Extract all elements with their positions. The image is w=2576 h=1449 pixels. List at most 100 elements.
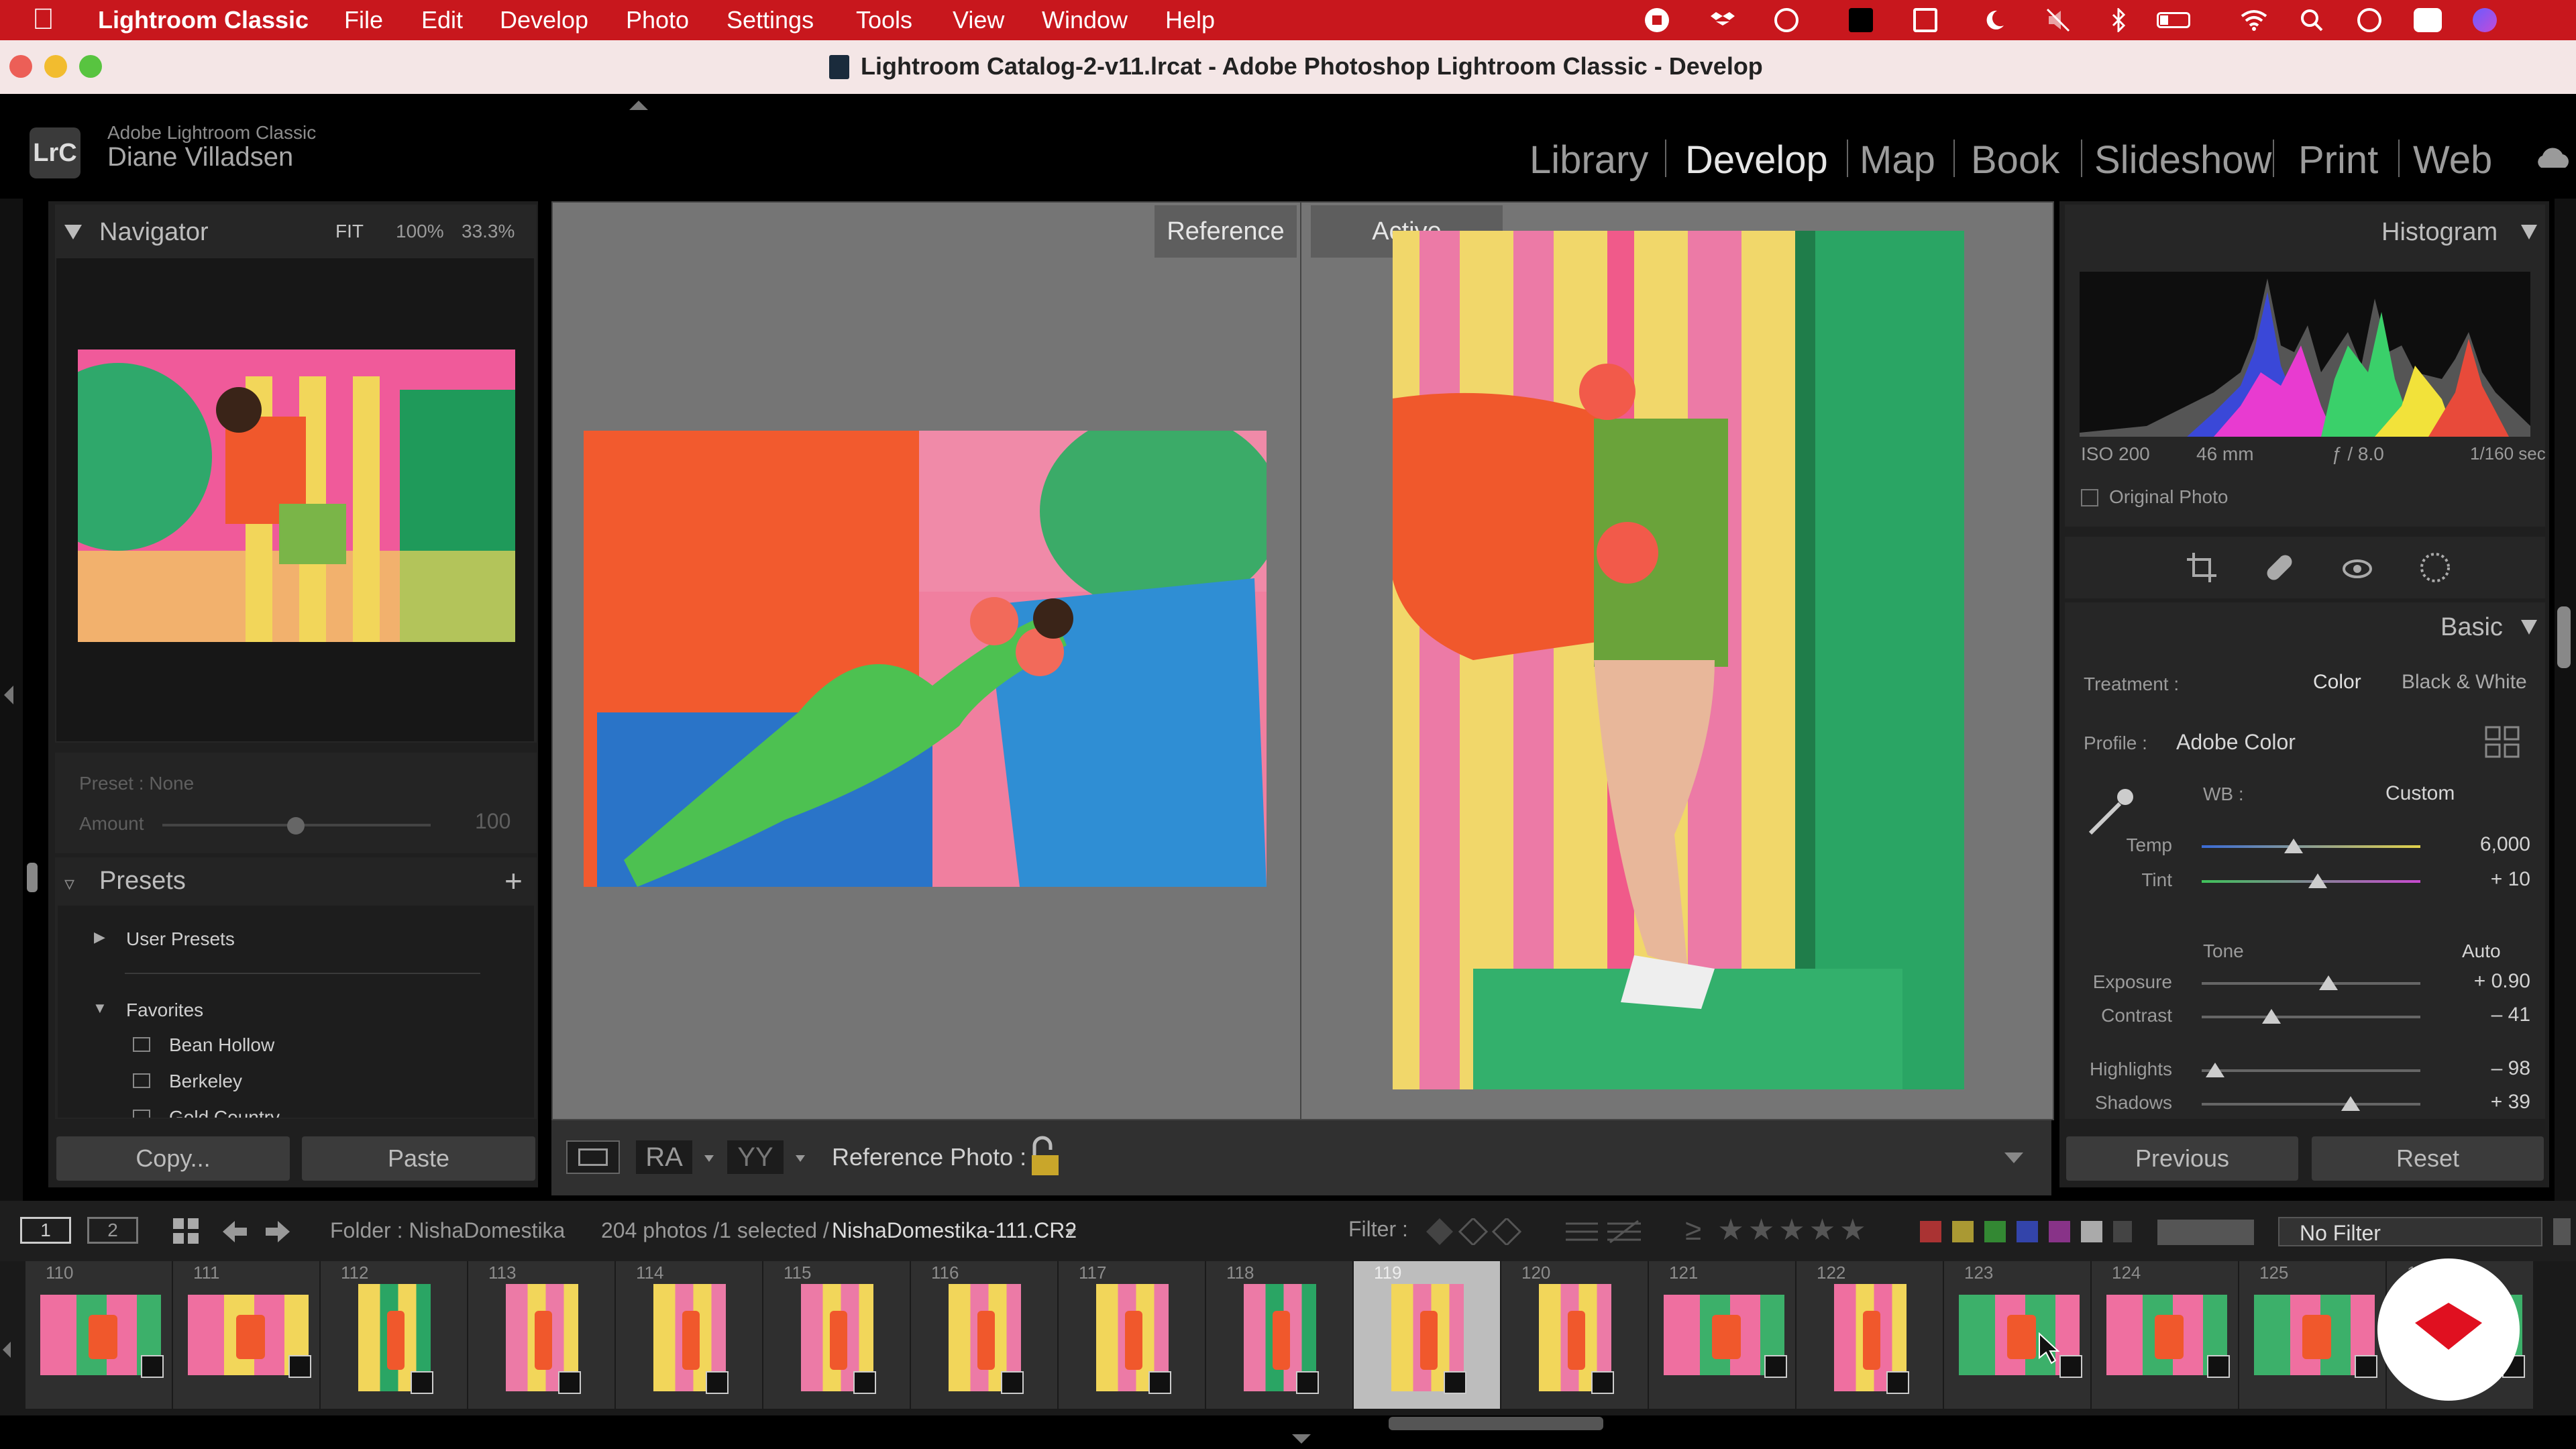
filmstrip-thumbnail[interactable]: 116 bbox=[911, 1261, 1059, 1409]
navigator-preview[interactable] bbox=[56, 258, 534, 741]
preset-item[interactable]: Gold Country bbox=[169, 1107, 280, 1118]
creative-cloud-icon[interactable] bbox=[1774, 8, 1799, 32]
right-panel-scrollbar[interactable] bbox=[2557, 606, 2571, 668]
mute-icon[interactable] bbox=[2046, 8, 2070, 32]
left-panel-scrollbar[interactable] bbox=[27, 863, 38, 892]
second-screen-button[interactable]: 2 bbox=[87, 1217, 138, 1244]
menu-develop[interactable]: Develop bbox=[500, 6, 588, 34]
filmstrip-thumbnail[interactable]: 121 bbox=[1649, 1261, 1796, 1409]
left-panel-toggle-icon[interactable] bbox=[4, 686, 13, 704]
slider-value[interactable]: + 0.90 bbox=[2450, 970, 2530, 993]
wifi-icon[interactable] bbox=[2241, 8, 2267, 32]
collapse-triangle-icon[interactable] bbox=[2521, 225, 2537, 239]
navigator-thumbnail-image[interactable] bbox=[78, 350, 515, 642]
collapse-triangle-icon[interactable] bbox=[2521, 620, 2537, 635]
record-icon[interactable] bbox=[1645, 8, 1669, 32]
moon-icon[interactable] bbox=[1982, 8, 2006, 32]
control-center-icon[interactable] bbox=[2414, 8, 2442, 32]
original-photo-checkbox[interactable] bbox=[2081, 489, 2098, 506]
filter-preset-dropdown[interactable]: No Filter bbox=[2278, 1217, 2542, 1246]
slider-thumb[interactable] bbox=[2205, 1063, 2224, 1077]
menu-settings[interactable]: Settings bbox=[727, 6, 814, 34]
slider-track[interactable] bbox=[2202, 1069, 2420, 1072]
before-after-view-icon[interactable]: YY bbox=[727, 1140, 784, 1174]
folder-source-label[interactable]: Folder : NishaDomestika bbox=[330, 1218, 565, 1243]
module-print[interactable]: Print bbox=[2298, 138, 2378, 182]
apple-icon[interactable]:  bbox=[32, 3, 54, 36]
zoom-window-button[interactable] bbox=[79, 55, 102, 78]
presets-title[interactable]: Presets bbox=[99, 867, 186, 896]
user-account-icon[interactable] bbox=[2357, 8, 2381, 32]
slider-thumb[interactable] bbox=[2308, 873, 2327, 888]
menu-photo[interactable]: Photo bbox=[626, 6, 689, 34]
histogram-title[interactable]: Histogram bbox=[2381, 218, 2498, 247]
profile-browser-icon[interactable] bbox=[2485, 726, 2520, 758]
filmstrip-thumbnail[interactable]: 111 bbox=[173, 1261, 321, 1409]
right-panel-edge[interactable] bbox=[2555, 199, 2576, 1205]
reference-photo[interactable] bbox=[584, 431, 1267, 887]
dropdown-arrow-icon[interactable] bbox=[704, 1155, 714, 1162]
copy-settings-button[interactable]: Copy... bbox=[56, 1136, 290, 1181]
top-panel-toggle-icon[interactable] bbox=[629, 101, 648, 110]
forward-arrow-icon[interactable] bbox=[264, 1220, 291, 1244]
filmstrip-thumbnail[interactable]: 125 bbox=[2239, 1261, 2387, 1409]
filmstrip-thumbnail[interactable]: 120 bbox=[1501, 1261, 1649, 1409]
crop-tool-icon[interactable] bbox=[2186, 551, 2218, 584]
close-window-button[interactable] bbox=[9, 55, 32, 78]
slider-track[interactable] bbox=[2202, 1016, 2420, 1018]
lock-icon[interactable] bbox=[1028, 1135, 1060, 1177]
slider-track[interactable] bbox=[2202, 1103, 2420, 1106]
slider-value[interactable]: 6,000 bbox=[2450, 833, 2530, 856]
minimize-window-button[interactable] bbox=[44, 55, 67, 78]
slider-thumb[interactable] bbox=[2284, 839, 2303, 853]
collapse-arrow-icon[interactable]: ▼ bbox=[93, 1000, 107, 1017]
masking-tool-icon[interactable] bbox=[2419, 551, 2451, 584]
siri-icon[interactable] bbox=[2473, 8, 2497, 32]
camera-icon[interactable] bbox=[1849, 8, 1873, 32]
back-arrow-icon[interactable] bbox=[221, 1220, 248, 1244]
menu-help[interactable]: Help bbox=[1165, 6, 1215, 34]
slider-value[interactable]: + 39 bbox=[2450, 1091, 2530, 1114]
active-view[interactable]: Active bbox=[1300, 201, 2054, 1120]
display-icon[interactable] bbox=[1913, 8, 1937, 32]
grid-view-icon[interactable] bbox=[172, 1217, 201, 1245]
filmstrip-thumbnail[interactable]: 115 bbox=[763, 1261, 911, 1409]
menu-file[interactable]: File bbox=[344, 6, 383, 34]
yellow-label-swatch[interactable] bbox=[1952, 1221, 1974, 1242]
add-preset-button[interactable]: + bbox=[504, 863, 523, 899]
filmstrip-thumbnail[interactable]: 119 bbox=[1354, 1261, 1501, 1409]
selected-filename[interactable]: NishaDomestika-111.CR2 bbox=[832, 1218, 1077, 1243]
custom-label-swatch[interactable] bbox=[2081, 1221, 2102, 1242]
color-label-filter[interactable] bbox=[1920, 1221, 2132, 1242]
filmstrip-thumbnail[interactable]: 118 bbox=[1206, 1261, 1354, 1409]
filmstrip-thumbnail[interactable]: 113 bbox=[468, 1261, 616, 1409]
left-panel-edge[interactable] bbox=[0, 199, 23, 1205]
rating-filter-stars[interactable]: ≥ ★★★★★ bbox=[1685, 1213, 1870, 1247]
profile-dropdown[interactable]: Adobe Color bbox=[2176, 730, 2296, 755]
green-label-swatch[interactable] bbox=[1984, 1221, 2006, 1242]
menu-window[interactable]: Window bbox=[1042, 6, 1128, 34]
app-name-menu[interactable]: Lightroom Classic bbox=[98, 6, 309, 34]
menu-view[interactable]: View bbox=[953, 6, 1004, 34]
zoom-100-option[interactable]: 100% bbox=[396, 221, 444, 242]
loupe-view-icon[interactable] bbox=[566, 1140, 620, 1174]
bottom-panel-toggle-icon[interactable] bbox=[1292, 1434, 1311, 1444]
spotlight-search-icon[interactable] bbox=[2300, 8, 2324, 32]
module-slideshow[interactable]: Slideshow bbox=[2094, 138, 2271, 182]
module-map[interactable]: Map bbox=[1860, 138, 1935, 182]
blue-label-swatch[interactable] bbox=[2017, 1221, 2038, 1242]
slider-value[interactable]: – 98 bbox=[2450, 1057, 2530, 1080]
main-screen-button[interactable]: 1 bbox=[20, 1217, 71, 1244]
filmstrip-thumbnail[interactable]: 122 bbox=[1796, 1261, 1944, 1409]
basic-title[interactable]: Basic bbox=[2440, 613, 2503, 642]
slider-track[interactable] bbox=[2202, 845, 2420, 848]
module-book[interactable]: Book bbox=[1971, 138, 2059, 182]
treatment-color-option[interactable]: Color bbox=[2313, 671, 2361, 694]
reset-button[interactable]: Reset bbox=[2312, 1136, 2544, 1181]
filmstrip-thumbnail[interactable]: 117 bbox=[1059, 1261, 1206, 1409]
slider-track[interactable] bbox=[2202, 982, 2420, 985]
menu-tools[interactable]: Tools bbox=[856, 6, 912, 34]
reference-view[interactable]: Reference bbox=[551, 201, 1301, 1120]
treatment-bw-option[interactable]: Black & White bbox=[2402, 671, 2527, 694]
collapse-triangle-icon[interactable] bbox=[64, 225, 82, 239]
